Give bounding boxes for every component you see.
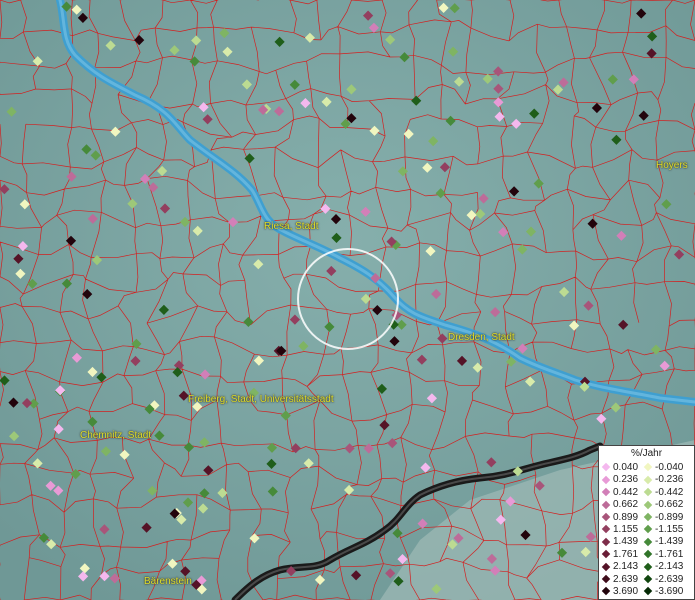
legend-label: 0.236 bbox=[613, 474, 639, 486]
legend-swatch bbox=[643, 574, 653, 584]
legend-swatch bbox=[643, 549, 653, 559]
legend-entry-positive: 0.899 bbox=[601, 511, 639, 523]
legend-swatch bbox=[643, 475, 653, 484]
legend-label: -0.442 bbox=[655, 486, 684, 498]
legend-entry-positive: 0.662 bbox=[601, 499, 639, 511]
legend-entry-negative: -1.155 bbox=[643, 524, 684, 535]
legend-swatch bbox=[601, 537, 611, 546]
city-label-chemnitz: Chemnitz, Stadt bbox=[80, 430, 152, 441]
legend-entry-negative: -0.899 bbox=[643, 511, 684, 523]
legend-swatch bbox=[643, 463, 653, 472]
legend-label: 0.899 bbox=[613, 511, 639, 523]
legend-swatch bbox=[601, 512, 611, 522]
legend-label: -0.236 bbox=[655, 474, 684, 486]
legend-label: 1.155 bbox=[613, 524, 639, 535]
legend-label: 2.639 bbox=[613, 573, 639, 585]
legend-label: -1.155 bbox=[655, 524, 684, 535]
legend-label: 1.439 bbox=[613, 536, 639, 548]
legend-entry-positive: 1.155 bbox=[601, 524, 639, 535]
legend-label: 0.662 bbox=[613, 499, 639, 511]
legend-swatch bbox=[601, 475, 611, 484]
legend-label: -0.899 bbox=[655, 511, 684, 523]
legend-label: 0.040 bbox=[613, 462, 639, 473]
legend-swatch bbox=[643, 487, 653, 497]
legend-label: -3.690 bbox=[655, 586, 684, 597]
legend-entry-positive: 1.439 bbox=[601, 536, 639, 548]
legend-swatch bbox=[601, 487, 611, 497]
legend-entry-negative: -2.143 bbox=[643, 561, 684, 573]
legend-swatch bbox=[643, 562, 653, 571]
city-label-hoyers: Hoyers bbox=[656, 160, 688, 171]
city-label-dresden: Dresden, Stadt bbox=[448, 332, 515, 343]
legend-label: -1.761 bbox=[655, 548, 684, 560]
map-canvas[interactable] bbox=[0, 0, 695, 600]
legend-swatch bbox=[601, 574, 611, 584]
legend-label: 1.761 bbox=[613, 548, 639, 560]
city-label-riesa: Riesa, Stadt bbox=[264, 221, 319, 232]
map-legend: %/Jahr 0.040 -0.040 0.236 -0.236 0.442 -0.442… bbox=[598, 445, 695, 600]
legend-entry-positive: 1.761 bbox=[601, 548, 639, 560]
legend-entry-negative: -1.761 bbox=[643, 548, 684, 560]
legend-swatch bbox=[601, 500, 611, 509]
legend-entry-positive: 0.236 bbox=[601, 474, 639, 486]
legend-label: -1.439 bbox=[655, 536, 684, 548]
legend-swatch bbox=[601, 525, 611, 534]
legend-entry-positive: 0.442 bbox=[601, 486, 639, 498]
legend-swatch bbox=[601, 463, 611, 472]
legend-entry-positive: 3.690 bbox=[601, 586, 639, 597]
legend-entry-positive: 2.143 bbox=[601, 561, 639, 573]
legend-swatch bbox=[601, 587, 611, 596]
legend-entry-negative: -0.662 bbox=[643, 499, 684, 511]
map-view[interactable]: Riesa, Stadt Dresden, Stadt Freiberg, St… bbox=[0, 0, 695, 600]
legend-label: -0.662 bbox=[655, 499, 684, 511]
legend-label: 3.690 bbox=[613, 586, 639, 597]
legend-swatch bbox=[643, 587, 653, 596]
legend-entry-positive: 2.639 bbox=[601, 573, 639, 585]
legend-swatch bbox=[601, 549, 611, 559]
legend-swatch bbox=[601, 562, 611, 571]
city-label-freiberg: Freiberg, Stadt, Universitätsstadt bbox=[188, 394, 334, 405]
legend-title: %/Jahr bbox=[630, 448, 663, 459]
legend-label: -2.143 bbox=[655, 561, 684, 573]
legend-entry-negative: -1.439 bbox=[643, 536, 684, 548]
legend-entry-negative: -3.690 bbox=[643, 586, 684, 597]
legend-entry-negative: -2.639 bbox=[643, 573, 684, 585]
legend-swatch bbox=[643, 500, 653, 509]
legend-entry-positive: 0.040 bbox=[601, 462, 639, 473]
legend-swatch bbox=[643, 537, 653, 546]
legend-entry-negative: -0.236 bbox=[643, 474, 684, 486]
legend-swatch bbox=[643, 525, 653, 534]
legend-entry-negative: -0.040 bbox=[643, 462, 684, 473]
legend-entry-negative: -0.442 bbox=[643, 486, 684, 498]
legend-label: 0.442 bbox=[613, 486, 639, 498]
legend-label: -0.040 bbox=[655, 462, 684, 473]
legend-label: -2.639 bbox=[655, 573, 684, 585]
city-label-barenstein: Bärenstein bbox=[144, 576, 192, 587]
legend-swatch bbox=[643, 512, 653, 522]
legend-label: 2.143 bbox=[613, 561, 639, 573]
